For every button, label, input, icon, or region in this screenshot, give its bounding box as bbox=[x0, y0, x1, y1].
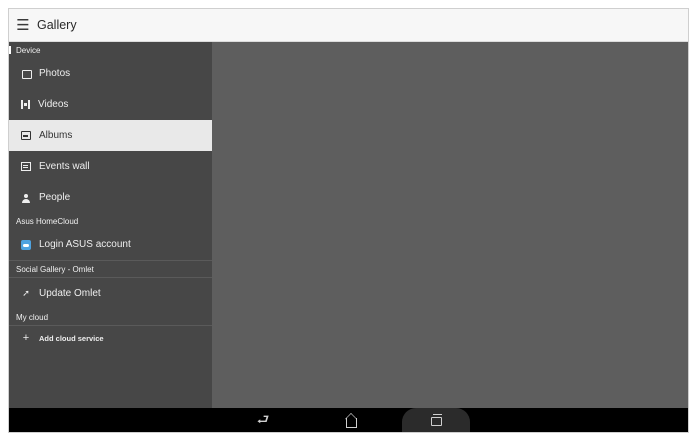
app-title: Gallery bbox=[37, 18, 77, 32]
drawer-item-label: Photos bbox=[39, 68, 71, 79]
drawer-item-label: Add cloud service bbox=[39, 334, 104, 343]
drawer-item-videos[interactable]: Videos bbox=[9, 89, 212, 120]
drawer-item-label: Login ASUS account bbox=[39, 239, 131, 250]
navigation-drawer: Device Photos Videos Albums Events wall … bbox=[9, 42, 212, 408]
people-icon bbox=[21, 193, 31, 203]
recents-icon[interactable] bbox=[402, 408, 470, 432]
drawer-item-label: Videos bbox=[38, 99, 69, 110]
section-header-device: Device bbox=[9, 42, 212, 58]
section-header-omlet: Social Gallery - Omlet bbox=[16, 264, 94, 274]
drawer-item-label: Albums bbox=[39, 130, 73, 141]
drawer-item-label: Events wall bbox=[39, 161, 90, 172]
gallery-content-area bbox=[212, 42, 688, 408]
drawer-item-albums[interactable]: Albums bbox=[9, 120, 212, 151]
drawer-item-label: People bbox=[39, 192, 71, 203]
back-icon[interactable]: ⮐ bbox=[251, 408, 275, 432]
home-icon[interactable] bbox=[339, 408, 363, 432]
homecloud-icon bbox=[21, 239, 31, 250]
pin-icon: ➚ bbox=[22, 288, 30, 298]
album-icon bbox=[21, 131, 31, 140]
drawer-item-add-cloud-service[interactable]: + Add cloud service bbox=[9, 326, 212, 351]
drawer-item-photos[interactable]: Photos bbox=[9, 58, 212, 89]
plus-icon: + bbox=[22, 332, 30, 344]
system-navigation-bar: ⮐ bbox=[9, 408, 688, 432]
drawer-item-events-wall[interactable]: Events wall bbox=[9, 151, 212, 182]
events-icon bbox=[21, 162, 31, 171]
drawer-item-login-asus[interactable]: Login ASUS account bbox=[9, 229, 212, 260]
photos-icon bbox=[21, 69, 32, 79]
menu-icon[interactable]: ☰ bbox=[9, 9, 35, 42]
video-icon bbox=[21, 100, 30, 109]
app-bar: ☰ Gallery bbox=[9, 9, 688, 42]
drawer-item-people[interactable]: People bbox=[9, 182, 212, 213]
section-header-my-cloud: My cloud bbox=[16, 312, 49, 322]
section-header-homecloud: Asus HomeCloud bbox=[16, 216, 79, 226]
drawer-item-update-omlet[interactable]: ➚ Update Omlet bbox=[9, 278, 212, 309]
tablet-screen: ☰ Gallery Device Photos Videos Albums Ev… bbox=[8, 8, 689, 433]
drawer-item-label: Update Omlet bbox=[39, 288, 101, 299]
